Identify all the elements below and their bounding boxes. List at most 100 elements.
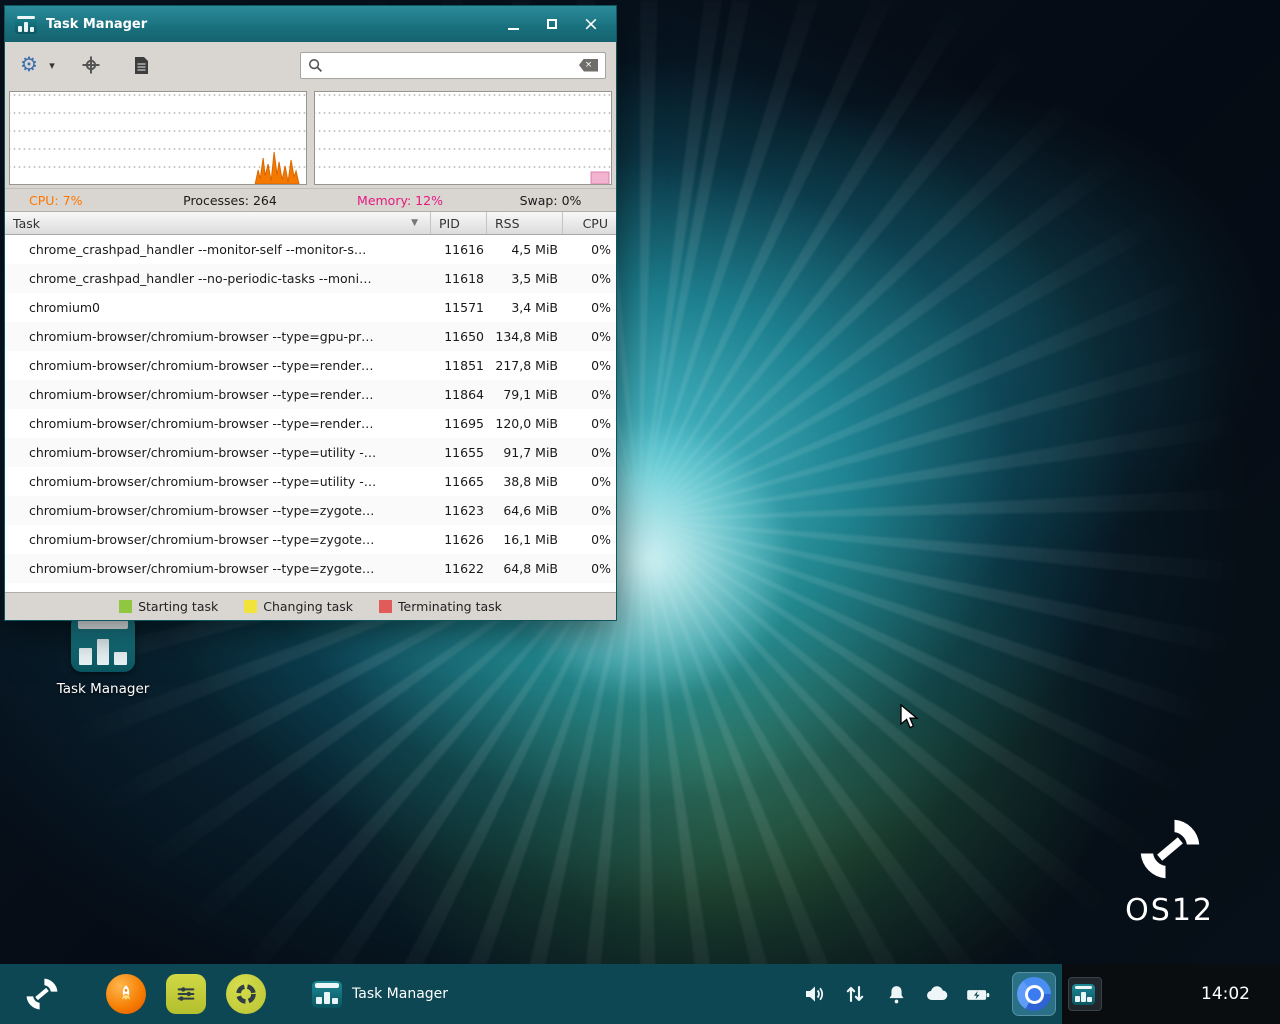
window-icon: [15, 14, 37, 34]
table-row[interactable]: chromium-browser/chromium-browser --type…: [5, 409, 616, 438]
cell-rss: 3,4 MiB: [487, 300, 563, 315]
settings-button[interactable]: ⚙: [15, 49, 43, 81]
table-row[interactable]: chromium-browser/chromium-browser --type…: [5, 496, 616, 525]
taskbar-chromium-button[interactable]: [1012, 972, 1056, 1016]
legend-label: Changing task: [263, 599, 353, 614]
swap-stat-label: Swap:: [520, 193, 558, 208]
legend-label: Starting task: [138, 599, 218, 614]
memory-graph: [314, 91, 612, 185]
cell-cpu: 0%: [563, 242, 616, 257]
segmented-ring-icon: [234, 982, 258, 1006]
cell-task: chromium-browser/chromium-browser --type…: [5, 474, 431, 489]
launcher-rocket-button[interactable]: [106, 974, 146, 1014]
column-header-cpu[interactable]: CPU: [563, 212, 616, 234]
toolbar: ⚙ ▾: [5, 42, 616, 88]
processes-stat: Processes: 264: [145, 193, 315, 208]
table-row[interactable]: chromium-browser/chromium-browser --type…: [5, 467, 616, 496]
clock[interactable]: 14:02: [1201, 984, 1250, 1004]
cell-cpu: 0%: [563, 416, 616, 431]
legend-item: Terminating task: [379, 599, 502, 614]
maximize-button[interactable]: [537, 11, 567, 37]
search-input[interactable]: [329, 58, 573, 73]
cell-rss: 38,8 MiB: [487, 474, 563, 489]
cpu-graph: [9, 91, 307, 185]
column-header-rss[interactable]: RSS: [487, 212, 563, 234]
legend-swatch: [379, 600, 392, 613]
table-row[interactable]: chrome_crashpad_handler --no-periodic-ta…: [5, 264, 616, 293]
identify-window-button[interactable]: [77, 49, 105, 81]
taskbar-task-manager-mini-button[interactable]: [1068, 977, 1102, 1011]
desktop-icon-label: Task Manager: [57, 681, 150, 697]
cell-rss: 120,0 MiB: [487, 416, 563, 431]
legend-swatch: [119, 600, 132, 613]
table-row[interactable]: chromium-browser/chromium-browser --type…: [5, 380, 616, 409]
table-row[interactable]: chromium-browser/chromium-browser --type…: [5, 351, 616, 380]
network-traffic-button[interactable]: [842, 981, 868, 1007]
maximize-icon: [547, 19, 557, 29]
cell-cpu: 0%: [563, 300, 616, 315]
taskbar-window-label: Task Manager: [352, 986, 448, 1002]
battery-button[interactable]: [965, 981, 991, 1007]
processes-stat-label: Processes:: [183, 193, 249, 208]
cell-rss: 64,8 MiB: [487, 561, 563, 576]
table-row[interactable]: chrome_crashpad_handler --monitor-self -…: [5, 235, 616, 264]
cell-task: chrome_crashpad_handler --monitor-self -…: [5, 242, 431, 257]
table-row[interactable]: chromium-browser/chromium-browser --type…: [5, 322, 616, 351]
cell-rss: 134,8 MiB: [487, 329, 563, 344]
cell-pid: 11665: [431, 474, 487, 489]
cell-cpu: 0%: [563, 474, 616, 489]
graphs-panel: [5, 88, 616, 188]
launcher-settings-button[interactable]: [166, 974, 206, 1014]
minimize-button[interactable]: [498, 11, 528, 37]
cell-task: chromium0: [5, 300, 431, 315]
cell-task: chromium-browser/chromium-browser --type…: [5, 387, 431, 402]
notifications-button[interactable]: [883, 981, 909, 1007]
process-table-body: chrome_crashpad_handler --monitor-self -…: [5, 235, 616, 592]
table-row[interactable]: chromium0 11571 3,4 MiB 0%: [5, 293, 616, 322]
taskbar-menu-button[interactable]: [20, 975, 64, 1013]
up-down-arrows-icon: [843, 982, 867, 1006]
cell-cpu: 0%: [563, 358, 616, 373]
report-button[interactable]: [127, 49, 155, 81]
table-row[interactable]: chromium-browser/chromium-browser --type…: [5, 438, 616, 467]
cell-pid: 11618: [431, 271, 487, 286]
cell-pid: 11571: [431, 300, 487, 315]
cell-pid: 11616: [431, 242, 487, 257]
clear-search-icon[interactable]: ×: [579, 59, 598, 72]
cell-pid: 11650: [431, 329, 487, 344]
task-manager-icon: [312, 981, 342, 1008]
close-icon: ×: [583, 15, 599, 34]
table-row[interactable]: chromium-browser/chromium-browser --type…: [5, 525, 616, 554]
launcher-apps-button[interactable]: [226, 974, 266, 1014]
volume-button[interactable]: [801, 981, 827, 1007]
os-logo-glyph: [1134, 813, 1206, 885]
cell-pid: 11851: [431, 358, 487, 373]
swap-stat: Swap: 0%: [485, 193, 616, 208]
cell-rss: 79,1 MiB: [487, 387, 563, 402]
cell-task: chromium-browser/chromium-browser --type…: [5, 561, 431, 576]
cell-rss: 4,5 MiB: [487, 242, 563, 257]
cell-task: chromium-browser/chromium-browser --type…: [5, 503, 431, 518]
cloud-sync-button[interactable]: [924, 981, 950, 1007]
cell-cpu: 0%: [563, 532, 616, 547]
settings-dropdown-button[interactable]: ▾: [43, 49, 61, 81]
column-header-task[interactable]: Task ▼: [5, 212, 431, 234]
column-header-pid[interactable]: PID: [431, 212, 487, 234]
search-box: ×: [300, 52, 606, 79]
mouse-cursor-icon: [900, 704, 920, 731]
crosshair-icon: [81, 55, 101, 75]
cell-task: chrome_crashpad_handler --no-periodic-ta…: [5, 271, 431, 286]
cell-rss: 217,8 MiB: [487, 358, 563, 373]
taskbar-right-section: 14:02: [1062, 964, 1280, 1024]
desktop: OS12 Task Manager Task Manager × ⚙ ▾: [0, 0, 1280, 1024]
taskbar-window-button[interactable]: Task Manager: [304, 964, 456, 1024]
table-row[interactable]: chromium-browser/chromium-browser --type…: [5, 554, 616, 583]
cell-cpu: 0%: [563, 503, 616, 518]
task-manager-icon: [71, 614, 135, 672]
task-manager-icon: [1072, 984, 1095, 1005]
titlebar[interactable]: Task Manager ×: [5, 6, 616, 42]
desktop-icon-task-manager[interactable]: Task Manager: [60, 614, 146, 697]
close-button[interactable]: ×: [576, 11, 606, 37]
chromium-icon: [1017, 977, 1051, 1011]
rocket-icon: [115, 983, 137, 1005]
